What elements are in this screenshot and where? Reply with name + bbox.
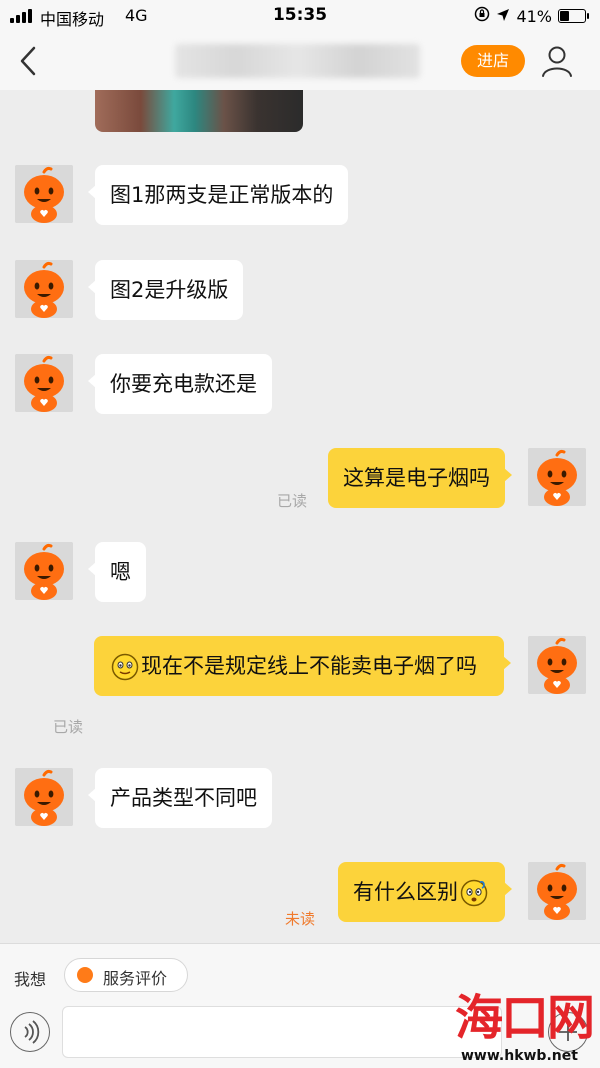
status-icons: 41% [474, 6, 589, 26]
watermark: 海口网 www.hkwb.net [455, 990, 597, 1067]
quick-reply-label: 我想 [14, 970, 47, 989]
watermark-url: www.hkwb.net [461, 1048, 578, 1064]
incoming-message[interactable]: 你要充电款还是 [88, 354, 272, 414]
chevron-left-icon[interactable] [14, 44, 44, 78]
rate-service-label: 服务评价 [103, 969, 168, 988]
outgoing-message[interactable]: 现在不是规定线上不能卖电子烟了吗 [94, 636, 511, 696]
incoming-message[interactable]: 图2是升级版 [87, 260, 244, 320]
awkward-smile-emoji-icon [111, 653, 139, 681]
voice-icon[interactable] [10, 1012, 50, 1052]
buyer-avatar[interactable] [528, 636, 586, 694]
incoming-message[interactable]: 嗯 [88, 542, 146, 602]
seller-avatar[interactable] [15, 165, 73, 223]
rotation-lock-icon [474, 6, 490, 26]
buyer-avatar[interactable] [528, 862, 586, 920]
unread-status: 未读 [285, 910, 316, 928]
seller-avatar[interactable] [15, 542, 73, 600]
incoming-message[interactable]: 图1那两支是正常版本的 [87, 165, 349, 225]
rate-service-button[interactable]: 服务评价 [64, 958, 188, 992]
nav-bar: 进店 [0, 32, 600, 90]
status-bar: 中国移动 4G 15:35 41% [0, 0, 600, 32]
seller-avatar[interactable] [15, 768, 73, 826]
battery-icon [558, 9, 589, 23]
incoming-message[interactable]: 产品类型不同吧 [88, 768, 272, 828]
message-text: 有什么区别 [353, 880, 458, 904]
read-status: 已读 [277, 492, 308, 510]
outgoing-message[interactable]: 有什么区别 [338, 862, 512, 922]
outgoing-message[interactable]: 这算是电子烟吗 [328, 448, 512, 508]
battery-level [560, 11, 570, 21]
seller-avatar[interactable] [15, 354, 73, 412]
watermark-logo: 海口网 [455, 990, 595, 1046]
user-icon[interactable] [540, 44, 574, 78]
battery-percent: 41% [516, 6, 552, 26]
rating-icon [77, 967, 93, 983]
read-status: 已读 [53, 718, 84, 736]
enter-shop-button[interactable]: 进店 [461, 45, 525, 77]
product-photo[interactable] [95, 90, 303, 132]
message-text: 现在不是规定线上不能卖电子烟了吗 [141, 654, 477, 678]
chat-area[interactable]: 图1那两支是正常版本的 图2是升级版 你要充电款还是 已读 这算是电子烟吗 嗯 … [0, 90, 600, 943]
message-input[interactable] [62, 1006, 502, 1058]
location-icon [496, 7, 510, 26]
confused-emoji-icon [460, 879, 488, 907]
blurred-shop-title [175, 44, 420, 78]
seller-avatar[interactable] [15, 260, 73, 318]
buyer-avatar[interactable] [528, 448, 586, 506]
